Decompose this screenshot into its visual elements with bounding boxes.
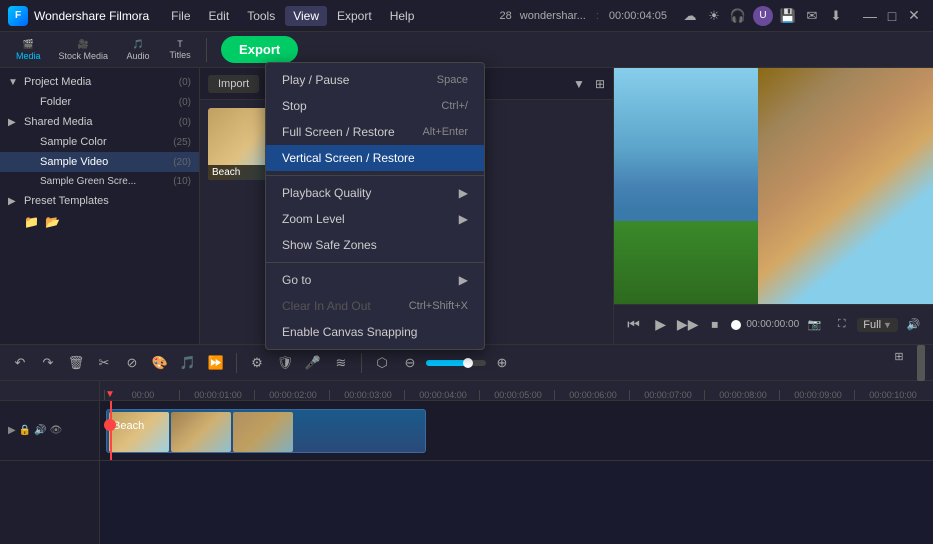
playback-quality-label: Playback Quality — [282, 186, 371, 200]
menu-play-pause[interactable]: Play / Pause Space — [266, 67, 484, 93]
menu-enable-canvas-snapping[interactable]: Enable Canvas Snapping — [266, 319, 484, 345]
menu-fullscreen[interactable]: Full Screen / Restore Alt+Enter — [266, 119, 484, 145]
show-safe-zones-label: Show Safe Zones — [282, 238, 377, 252]
clear-in-out-shortcut: Ctrl+Shift+X — [409, 300, 468, 312]
playback-quality-arrow: ▶ — [459, 186, 468, 200]
stop-label: Stop — [282, 99, 307, 113]
menu-clear-in-out: Clear In And Out Ctrl+Shift+X — [266, 293, 484, 319]
go-to-arrow: ▶ — [459, 273, 468, 287]
go-to-label: Go to — [282, 273, 311, 287]
play-pause-shortcut: Space — [437, 74, 468, 86]
play-pause-label: Play / Pause — [282, 73, 349, 87]
menu-zoom-level[interactable]: Zoom Level ▶ — [266, 206, 484, 232]
canvas-snapping-label: Enable Canvas Snapping — [282, 325, 417, 339]
menu-playback-quality[interactable]: Playback Quality ▶ — [266, 180, 484, 206]
menu-stop[interactable]: Stop Ctrl+/ — [266, 93, 484, 119]
zoom-level-arrow: ▶ — [459, 212, 468, 226]
menu-go-to[interactable]: Go to ▶ — [266, 267, 484, 293]
menu-show-safe-zones[interactable]: Show Safe Zones — [266, 232, 484, 258]
menu-vertical-screen[interactable]: Vertical Screen / Restore — [266, 145, 484, 171]
menu-sep-1 — [266, 175, 484, 176]
fullscreen-shortcut: Alt+Enter — [422, 126, 468, 138]
view-dropdown-menu: Play / Pause Space Stop Ctrl+/ Full Scre… — [265, 62, 485, 350]
menu-sep-2 — [266, 262, 484, 263]
fullscreen-label: Full Screen / Restore — [282, 125, 395, 139]
zoom-level-label: Zoom Level — [282, 212, 345, 226]
vertical-screen-label: Vertical Screen / Restore — [282, 151, 415, 165]
stop-shortcut: Ctrl+/ — [441, 100, 468, 112]
clear-in-out-label: Clear In And Out — [282, 299, 371, 313]
